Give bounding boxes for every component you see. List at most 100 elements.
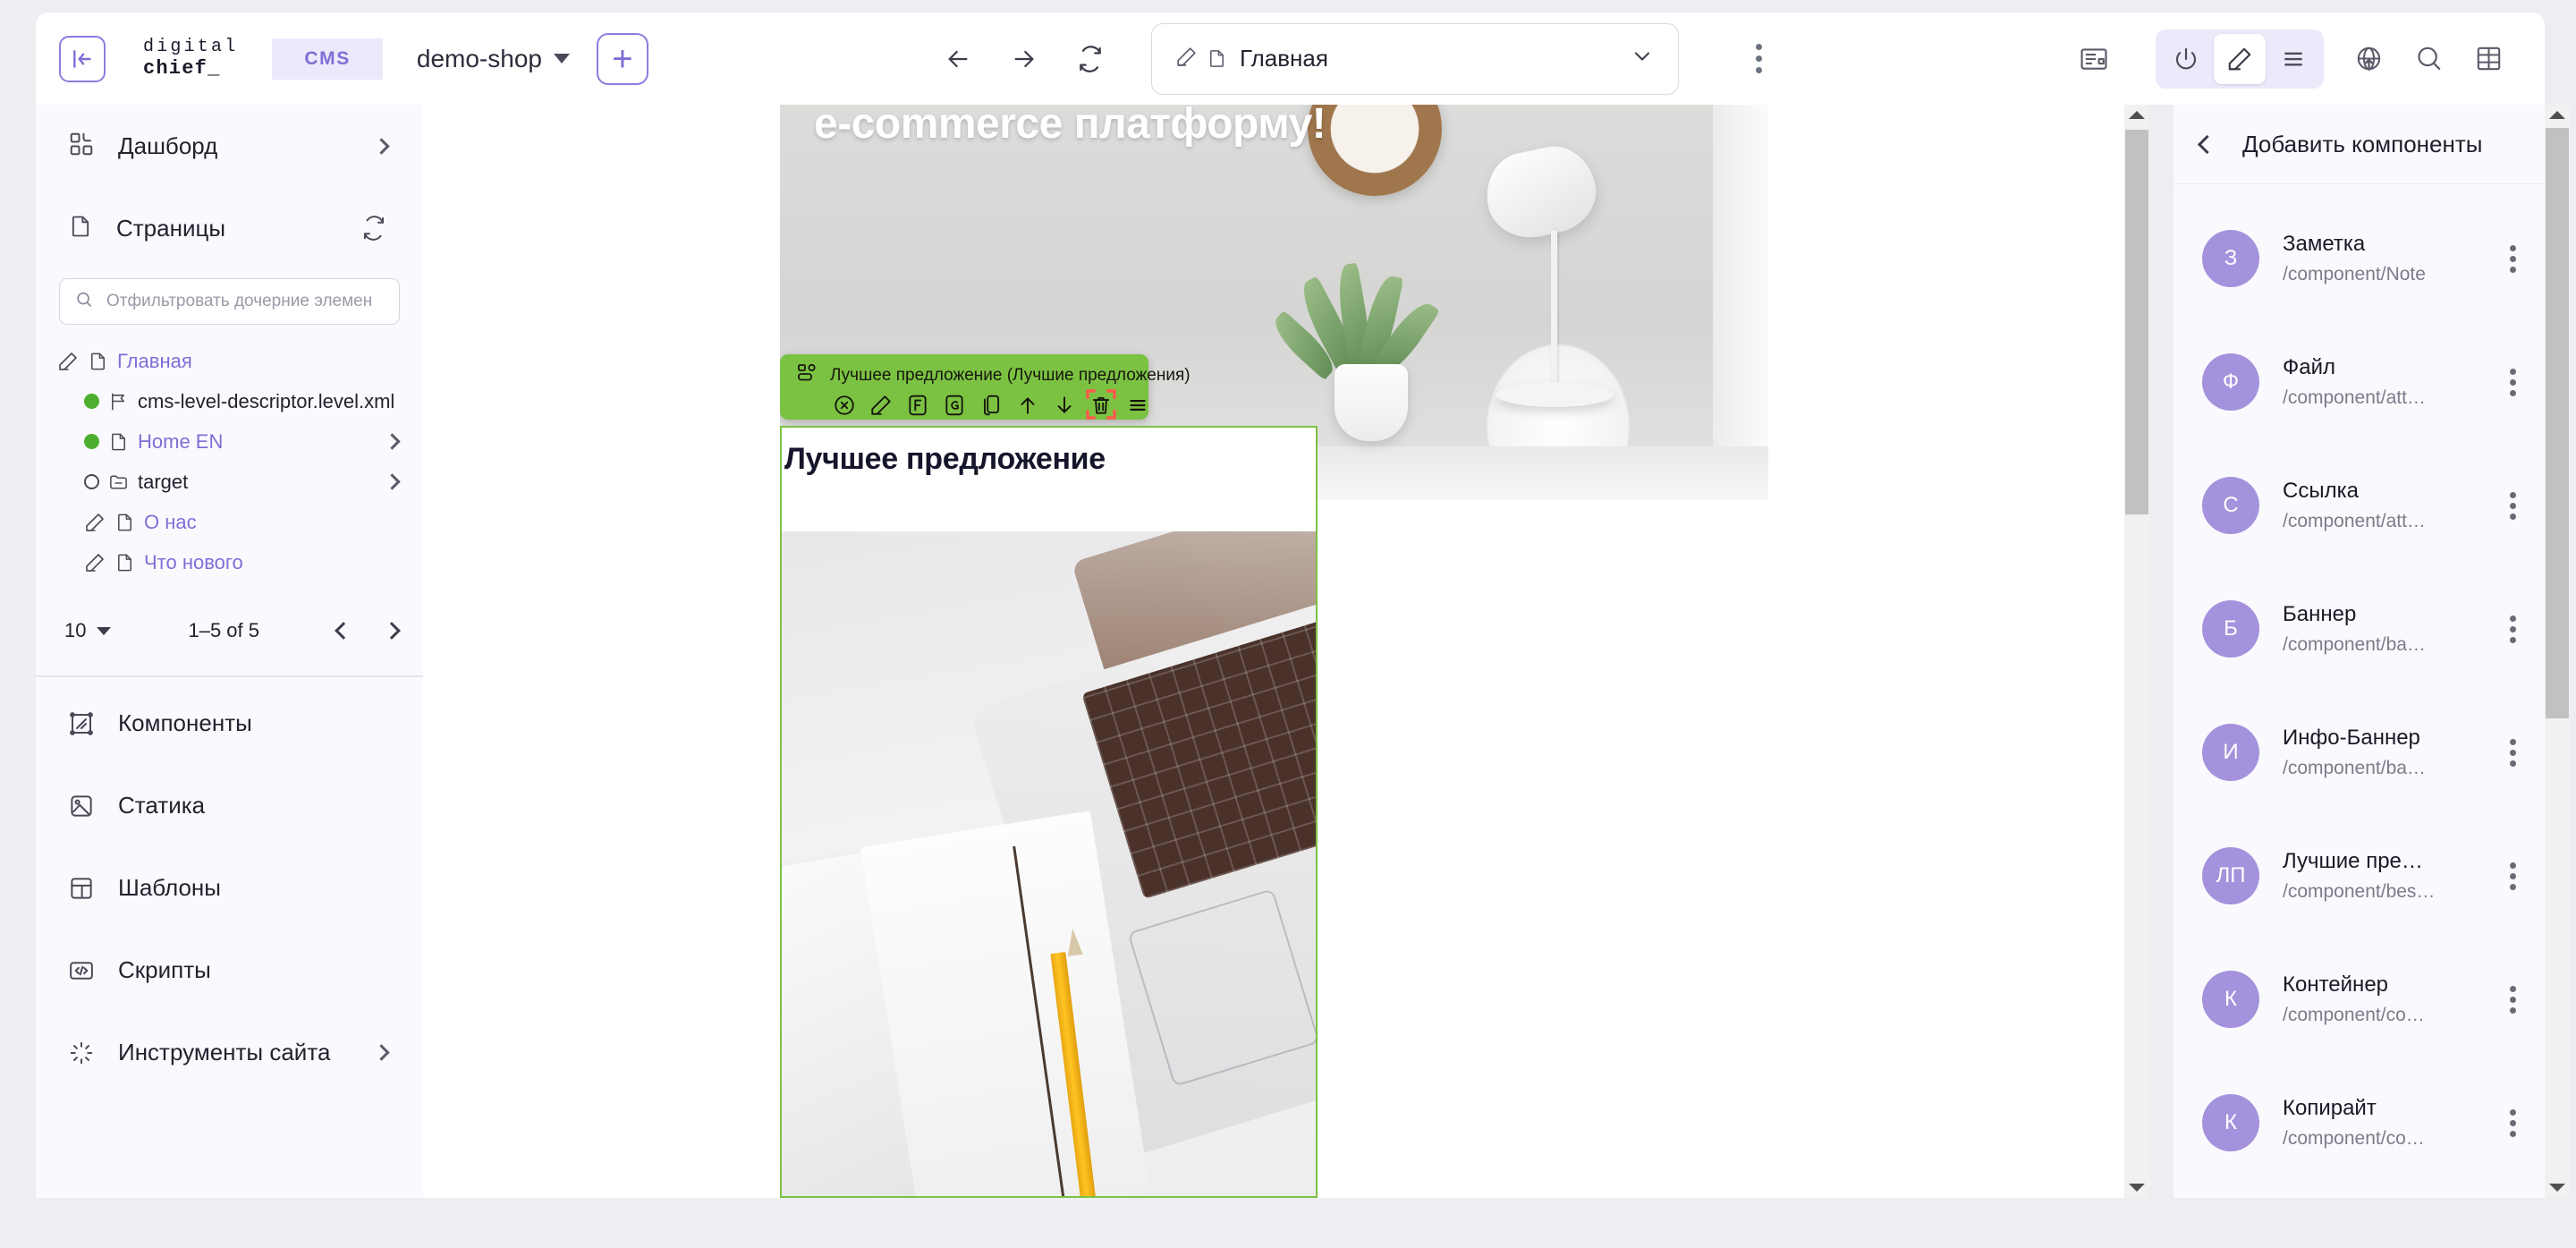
component-more-menu-icon[interactable] — [2501, 485, 2525, 527]
graphql-g-icon[interactable] — [943, 393, 966, 417]
component-avatar: К — [2202, 1094, 2259, 1151]
component-list-item[interactable]: Б Баннер/component/ba… — [2174, 567, 2545, 691]
component-more-menu-icon[interactable] — [2501, 608, 2525, 650]
refresh-icon[interactable] — [360, 215, 387, 242]
page-icon — [1207, 47, 1227, 70]
tree-row[interactable]: Home EN — [36, 421, 423, 462]
refresh-icon[interactable] — [1076, 45, 1105, 73]
search-icon[interactable] — [2414, 44, 2444, 73]
page-preview: e-commerce платформу! Лучшее предложение… — [780, 105, 1768, 1198]
components-list: З Заметка/component/Note Ф Файл/component/a… — [2174, 184, 2545, 1184]
chevron-down-icon — [97, 626, 112, 635]
tree-row[interactable]: cms-level-descriptor.level.xml — [36, 381, 423, 421]
sidebar-item-pages[interactable]: Страницы — [36, 187, 423, 269]
arrow-right-icon[interactable] — [1010, 45, 1038, 73]
close-circle-icon[interactable] — [833, 393, 856, 417]
sidebar-item-label: Инструменты сайта — [118, 1039, 331, 1065]
component-more-menu-icon[interactable] — [2501, 238, 2525, 280]
best-offer-component-card[interactable]: Лучшее предложение — [780, 426, 1318, 1198]
component-more-menu-icon[interactable] — [2501, 979, 2525, 1021]
component-text: Инфо-Баннер/component/ba… — [2283, 726, 2478, 779]
component-list-item[interactable]: К Копирайт/component/co… — [2174, 1061, 2545, 1184]
next-page-button[interactable] — [383, 622, 401, 640]
panel-collapse-left-icon[interactable] — [59, 35, 106, 82]
site-selector[interactable]: demo-shop — [417, 45, 570, 73]
filter-children-field[interactable] — [59, 278, 400, 325]
component-more-menu-icon[interactable] — [2501, 732, 2525, 774]
component-more-menu-icon[interactable] — [2501, 855, 2525, 897]
tree-row[interactable]: target — [36, 462, 423, 502]
duplicate-icon[interactable] — [979, 393, 1003, 417]
tree-row[interactable]: Что нового — [36, 542, 423, 582]
component-list-item[interactable]: Ф Файл/component/att… — [2174, 320, 2545, 444]
component-path: /component/co… — [2283, 1128, 2425, 1149]
component-path: /component/co… — [2283, 1005, 2425, 1025]
tree-item-label: О нас — [144, 510, 197, 533]
pencil-icon — [1175, 46, 1198, 72]
scroll-up-arrow-icon[interactable] — [2549, 111, 2565, 119]
components-grid-icon — [68, 131, 95, 162]
best-offer-image — [782, 531, 1316, 1196]
sidebar-item-4[interactable]: Скрипты — [36, 930, 423, 1012]
page-range-label: 1–5 of 5 — [188, 619, 259, 641]
more-vertical-icon[interactable] — [1750, 38, 1767, 79]
options-menu-icon[interactable] — [1126, 393, 1149, 417]
layout-preview-icon[interactable] — [2079, 44, 2109, 74]
cms-badge: CMS — [272, 38, 383, 80]
page-size-selector[interactable]: 10 — [64, 619, 112, 642]
component-avatar: С — [2202, 477, 2259, 534]
component-path: /component/att… — [2283, 511, 2426, 531]
folder-icon — [108, 471, 129, 493]
arrow-left-icon[interactable] — [944, 45, 972, 73]
component-list-item[interactable]: И Инфо-Баннер/component/ba… — [2174, 691, 2545, 814]
sidebar-item-5[interactable]: Инструменты сайта — [36, 1012, 423, 1094]
component-text: Файл/component/att… — [2283, 355, 2478, 409]
component-list-item[interactable]: З Заметка/component/Note — [2174, 197, 2545, 320]
page-icon — [88, 351, 108, 372]
tree-row[interactable]: Главная — [36, 341, 423, 381]
edit-pencil-icon[interactable] — [2214, 33, 2266, 84]
chevron-right-icon[interactable] — [384, 433, 401, 450]
chevron-left-icon[interactable] — [2197, 134, 2217, 154]
move-down-icon[interactable] — [1053, 393, 1076, 417]
form-f-icon[interactable] — [906, 393, 929, 417]
sidebar-item-3[interactable]: Шаблоны — [36, 847, 423, 930]
component-list-item[interactable]: ЛП Лучшие пре… /component/bes… — [2174, 814, 2545, 938]
canvas-scrollbar[interactable] — [2124, 105, 2149, 1198]
power-icon[interactable] — [2160, 34, 2212, 84]
move-up-icon[interactable] — [1016, 393, 1039, 417]
chevron-right-icon[interactable] — [384, 473, 401, 490]
globe-publish-icon[interactable] — [2354, 44, 2384, 73]
component-list-item[interactable]: К Контейнер/component/co… — [2174, 938, 2545, 1061]
scroll-up-arrow-icon[interactable] — [2129, 111, 2145, 119]
filter-children-input[interactable] — [106, 292, 385, 311]
scroll-down-arrow-icon[interactable] — [2549, 1184, 2565, 1192]
toolbar-right-group — [2079, 29, 2545, 89]
best-offer-heading: Лучшее предложение — [784, 442, 1106, 476]
tree-item-label: Home EN — [138, 429, 224, 453]
grid-table-icon[interactable] — [2474, 44, 2504, 73]
sidebar-item-1[interactable]: Компоненты — [36, 683, 423, 765]
component-path: /component/ba… — [2283, 758, 2426, 778]
components-panel-scrollbar[interactable] — [2545, 105, 2570, 1198]
pencil-icon[interactable] — [84, 512, 106, 533]
pencil-icon[interactable] — [57, 351, 79, 372]
add-site-button[interactable]: + — [596, 32, 648, 85]
sidebar-item-2[interactable]: Статика — [36, 765, 423, 847]
scroll-down-arrow-icon[interactable] — [2129, 1184, 2145, 1192]
tree-row[interactable]: О нас — [36, 502, 423, 542]
canvas-scrollbar-thumb[interactable] — [2125, 130, 2148, 514]
edit-pencil-icon[interactable] — [869, 393, 893, 417]
tree-item-label: target — [138, 470, 189, 493]
components-scrollbar-thumb[interactable] — [2546, 128, 2569, 718]
page-selector[interactable]: Главная — [1150, 22, 1679, 95]
prev-page-button[interactable] — [335, 622, 352, 640]
component-list-item[interactable]: С Ссылка/component/att… — [2174, 444, 2545, 567]
component-more-menu-icon[interactable] — [2501, 361, 2525, 403]
component-more-menu-icon[interactable] — [2501, 1102, 2525, 1144]
delete-trash-icon[interactable] — [1086, 389, 1116, 420]
pencil-icon[interactable] — [84, 552, 106, 573]
sidebar-item-dashboard[interactable]: Дашборд — [36, 105, 423, 187]
chevron-right-icon — [373, 1044, 390, 1061]
list-lines-icon[interactable] — [2267, 34, 2319, 84]
